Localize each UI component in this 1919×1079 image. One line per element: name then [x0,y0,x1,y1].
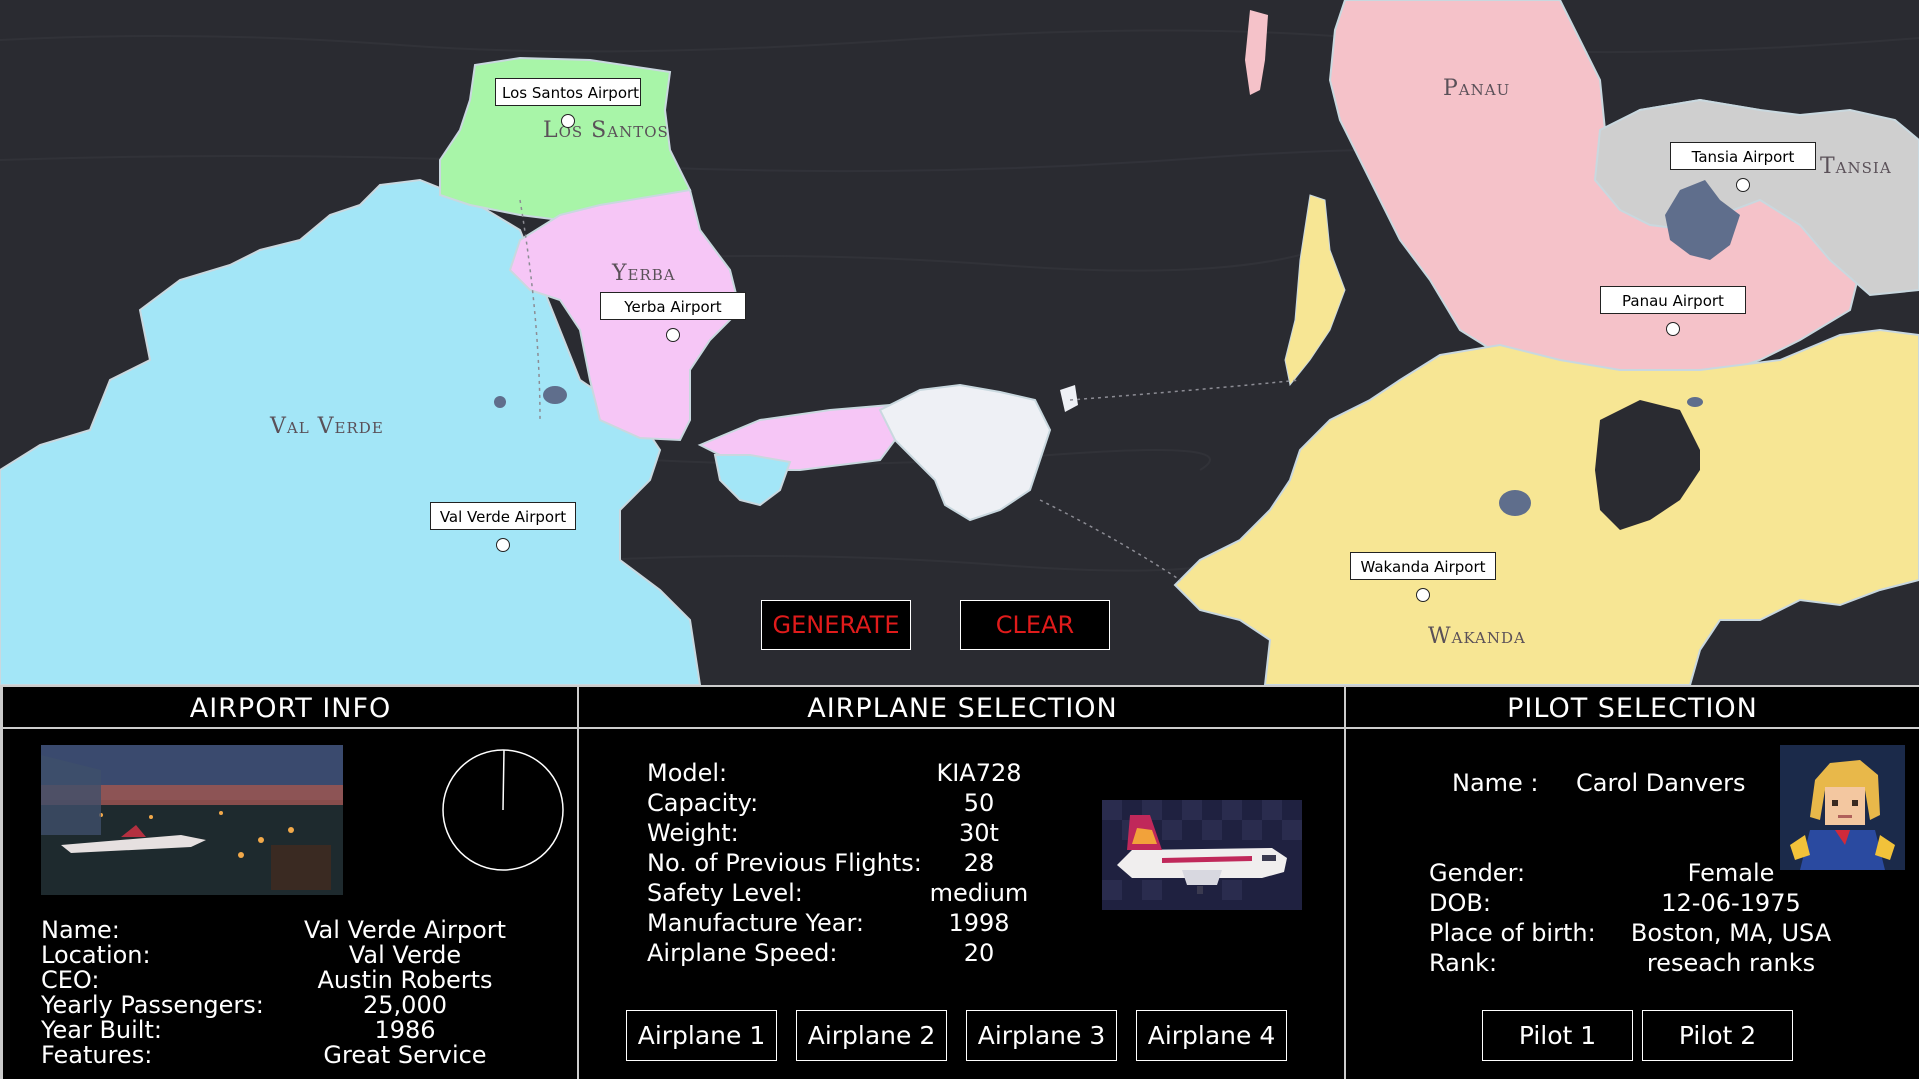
pilot-avatar [1780,745,1905,870]
airport-features-label: Features: [41,1041,153,1069]
airplane-safety-value: medium [929,879,1029,907]
airplane-speed-label: Airplane Speed: [647,939,838,967]
airport-label-panau[interactable]: Panau Airport [1600,286,1746,314]
pilot-birthplace-value: Boston, MA, USA [1630,919,1832,947]
airport-location-value: Val Verde [348,941,462,969]
pilot-name-label: Name : [1452,769,1539,797]
airport-label-los-santos[interactable]: Los Santos Airport [495,78,641,106]
airport-name-value: Val Verde Airport [303,916,507,944]
airplane-year-label: Manufacture Year: [647,909,865,937]
generate-button[interactable]: GENERATE [761,600,911,650]
pilot-gender-value: Female [1687,859,1775,887]
airplane-year-value: 1998 [948,909,1010,937]
airplane-model-label: Model: [647,759,728,787]
airport-marker-yerba[interactable] [666,328,680,342]
region-name-val-verde: Val Verde [270,414,384,439]
airport-passengers-value: 25,000 [363,991,447,1019]
airport-marker-val-verde[interactable] [496,538,510,552]
pilot-rank-value: reseach ranks [1646,949,1816,977]
airport-marker-los-santos[interactable] [561,114,575,128]
airport-marker-wakanda[interactable] [1416,588,1430,602]
pilot-dob-value: 12-06-1975 [1661,889,1801,917]
airport-ceo-value: Austin Roberts [317,966,493,994]
airport-label-val-verde[interactable]: Val Verde Airport [430,502,576,530]
airport-year-built-value: 1986 [374,1016,436,1044]
airplane-3-button[interactable]: Airplane 3 [966,1010,1117,1061]
airport-label-yerba[interactable]: Yerba Airport [600,292,746,320]
airport-label-wakanda[interactable]: Wakanda Airport [1350,552,1496,580]
airport-name-label: Name: [41,916,120,944]
airplane-speed-value: 20 [963,939,995,967]
clear-button[interactable]: CLEAR [960,600,1110,650]
airplane-4-button[interactable]: Airplane 4 [1136,1010,1287,1061]
region-shape-wakanda [1173,328,1919,685]
region-name-panau: Panau [1443,76,1511,101]
airport-marker-panau[interactable] [1666,322,1680,336]
airplane-2-button[interactable]: Airplane 2 [796,1010,947,1061]
region-name-wakanda: Wakanda [1428,624,1526,649]
airplane-selection-title: AIRPLANE SELECTION [579,685,1346,729]
region-shape-island [878,383,1052,522]
pilot-gender-label: Gender: [1429,859,1526,887]
airplane-capacity-value: 50 [963,789,995,817]
world-map[interactable]: Los Santos Yerba Val Verde Panau Tansia … [0,0,1919,685]
airplane-safety-label: Safety Level: [647,879,803,907]
airport-ceo-label: CEO: [41,966,100,994]
pilot-birthplace-label: Place of birth: [1429,919,1596,947]
airport-features-value: Great Service [323,1041,487,1069]
airplane-1-button[interactable]: Airplane 1 [626,1010,777,1061]
airport-info-title: AIRPORT INFO [3,685,578,729]
airplane-weight-value: 30t [959,819,999,847]
info-panel: AIRPORT INFO Name: Val Verde Airport Loc… [0,685,1919,1079]
airplane-flights-value: 28 [963,849,995,877]
pilot-selection-section: PILOT SELECTION Name : Carol Danvers Gen… [1344,685,1919,1079]
airplane-capacity-label: Capacity: [647,789,759,817]
airplane-picture [1102,800,1302,910]
airport-info-section: AIRPORT INFO Name: Val Verde Airport Loc… [0,685,578,1079]
region-name-tansia: Tansia [1820,154,1892,179]
airport-picture [41,745,343,895]
airport-location-label: Location: [41,941,151,969]
pilot-2-button[interactable]: Pilot 2 [1642,1010,1793,1061]
pilot-name-value: Carol Danvers [1576,769,1746,797]
pilot-selection-title: PILOT SELECTION [1346,685,1919,729]
map-terrain [0,0,1919,685]
airplane-weight-label: Weight: [647,819,739,847]
pilot-rank-label: Rank: [1429,949,1498,977]
pilot-1-button[interactable]: Pilot 1 [1482,1010,1633,1061]
airport-year-built-label: Year Built: [41,1016,162,1044]
airplane-model-value: KIA728 [936,759,1022,787]
airport-label-tansia[interactable]: Tansia Airport [1670,142,1816,170]
region-name-yerba: Yerba [612,261,676,286]
clock-icon [442,749,564,871]
airport-passengers-label: Yearly Passengers: [41,991,264,1019]
airport-marker-tansia[interactable] [1736,178,1750,192]
airplane-selection-section: AIRPLANE SELECTION Model: KIA728 Capacit… [577,685,1346,1079]
pilot-dob-label: DOB: [1429,889,1491,917]
